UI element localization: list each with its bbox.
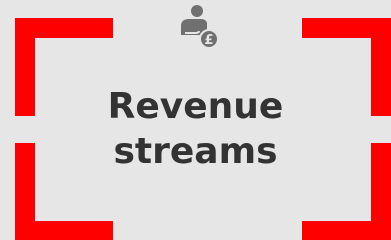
revenue-streams-card: £ Revenue streams — [0, 0, 391, 240]
card-title-line1: Revenue — [107, 86, 284, 127]
card-title-line2: streams — [113, 131, 278, 172]
person-pound-icon: £ — [175, 4, 219, 49]
svg-text:£: £ — [204, 33, 213, 48]
card-title: Revenue streams — [0, 84, 391, 174]
